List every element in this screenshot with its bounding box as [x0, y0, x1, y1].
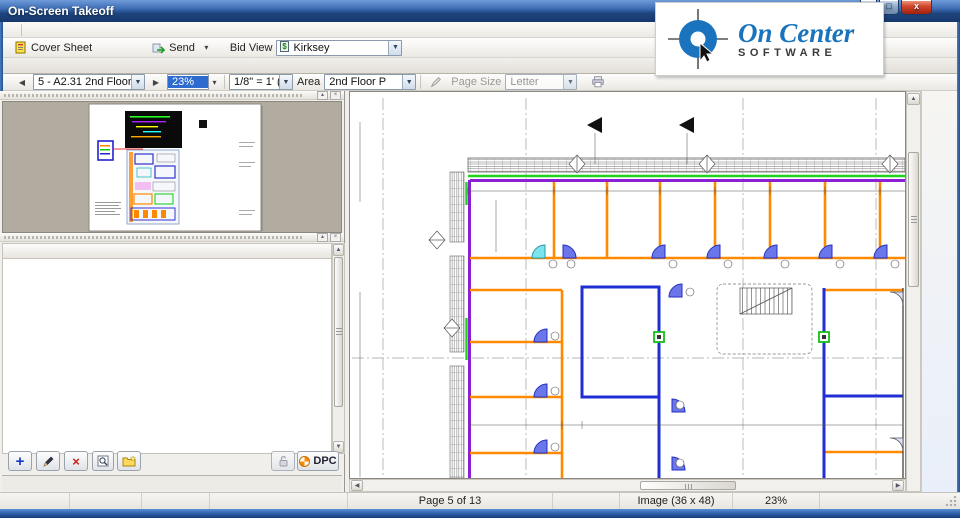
page-size-caret[interactable]: ▼: [563, 75, 577, 89]
scrollbar-thumb[interactable]: [640, 481, 736, 490]
oncenter-logo: On Center SOFTWARE: [655, 2, 884, 76]
status-zoom: 23%: [733, 493, 820, 509]
scale-caret[interactable]: ▼: [279, 75, 292, 89]
image-tools-sidebar: [921, 91, 957, 492]
status-page: Page 5 of 13: [348, 493, 553, 509]
cover-sheet-button[interactable]: Cover Sheet: [9, 39, 98, 56]
page-selector[interactable]: 5 - A2.31 2nd Floor ▼: [33, 74, 145, 90]
area-label: Area: [297, 76, 321, 88]
dpc-icon: [299, 455, 311, 467]
svg-text:$: $: [283, 42, 288, 51]
thumbnail-pane-header[interactable]: ▴ ×: [0, 91, 344, 100]
delete-condition-button[interactable]: ×: [64, 451, 88, 471]
pane-close-icon[interactable]: ×: [330, 91, 341, 100]
add-condition-button[interactable]: +: [8, 451, 32, 471]
scroll-up-icon[interactable]: ▲: [333, 244, 344, 256]
sheet-thumbnail[interactable]: [2, 101, 342, 233]
scale-select[interactable]: 1/8" = 1' ( ▼: [229, 74, 293, 90]
logo-wordmark: On Center: [738, 17, 855, 48]
scroll-right-icon[interactable]: ▶: [892, 480, 904, 491]
dpc-button[interactable]: DPC: [297, 451, 339, 471]
floorplan-drawing[interactable]: [350, 92, 905, 479]
scroll-up-icon[interactable]: ▲: [907, 93, 920, 105]
zoom-level-caret[interactable]: ▾: [209, 74, 220, 91]
page-size-label: Page Size: [451, 76, 502, 88]
page-size-select[interactable]: Letter ▼: [505, 74, 578, 90]
conditions-scrollbar[interactable]: ▲ ▼: [332, 243, 345, 454]
next-page-button[interactable]: ▶: [146, 74, 166, 91]
pane-expand-icon[interactable]: ▴: [317, 91, 328, 100]
page-selector-caret[interactable]: ▼: [131, 75, 144, 89]
area-caret[interactable]: ▼: [402, 75, 416, 89]
pane-grip: [4, 236, 304, 239]
conditions-list: [2, 259, 332, 454]
previous-page-button[interactable]: ◀: [12, 74, 32, 91]
bid-icon: $: [280, 40, 290, 55]
bid-view-caret[interactable]: ▼: [388, 40, 402, 55]
lock-button[interactable]: [271, 451, 295, 471]
print-page-button[interactable]: [588, 74, 608, 91]
drawing-viewport[interactable]: [349, 91, 906, 479]
find-condition-button[interactable]: [92, 451, 114, 471]
main-region: ▴ × ▴ × ▲ ▼ + × DPC ◀ ▶ ▲: [0, 91, 960, 492]
conditions-pane-header[interactable]: ▴ ×: [0, 233, 344, 242]
area-select[interactable]: 2nd Floor P ▼: [324, 74, 417, 90]
drawing-hscrollbar[interactable]: ◀ ▶: [349, 479, 906, 492]
window-border-bottom: [0, 509, 960, 518]
scrollbar-thumb[interactable]: [908, 152, 919, 287]
close-button[interactable]: x: [901, 0, 932, 15]
panel-footer-tabs: [2, 475, 342, 491]
send-dropdown-caret[interactable]: ▾: [201, 39, 212, 56]
new-folder-button[interactable]: [117, 451, 141, 471]
resize-grip[interactable]: [946, 495, 958, 507]
app-window: On-Screen Takeoff — □ x Cover Sheet Send…: [0, 0, 960, 518]
left-panel: ▴ × ▴ × ▲ ▼ + × DPC: [0, 91, 345, 492]
edit-condition-button[interactable]: [36, 451, 60, 471]
scroll-left-icon[interactable]: ◀: [351, 480, 363, 491]
zoom-level-field[interactable]: 23%: [167, 74, 209, 90]
annotate-pencil-button[interactable]: [426, 74, 446, 91]
send-icon: [152, 42, 166, 54]
drawing-vscrollbar[interactable]: ▲: [906, 91, 921, 492]
conditions-header[interactable]: [2, 243, 332, 259]
bid-view-select[interactable]: $ Kirksey ▼: [276, 39, 403, 56]
pane-expand-icon[interactable]: ▴: [317, 233, 328, 242]
bid-view-label: Bid View: [229, 41, 273, 54]
window-title: On-Screen Takeoff: [8, 4, 114, 18]
status-image-size: Image (36 x 48): [620, 493, 733, 509]
logo-subtitle: SOFTWARE: [738, 46, 837, 59]
menu-separator: [21, 23, 22, 36]
pane-close-icon[interactable]: ×: [330, 233, 341, 242]
scrollbar-thumb[interactable]: [334, 257, 343, 407]
cover-sheet-icon: [15, 41, 27, 54]
status-bar: Page 5 of 13 Image (36 x 48) 23%: [0, 492, 960, 509]
oncenter-logo-icon: [668, 9, 728, 69]
send-button[interactable]: Send: [146, 39, 201, 56]
image-toolbar: ◀ 5 - A2.31 2nd Floor ▼ ▶ 23% ▾ 1/8" = 1…: [3, 74, 957, 91]
thumbnail-plan: [88, 103, 263, 232]
pane-grip: [4, 94, 304, 97]
